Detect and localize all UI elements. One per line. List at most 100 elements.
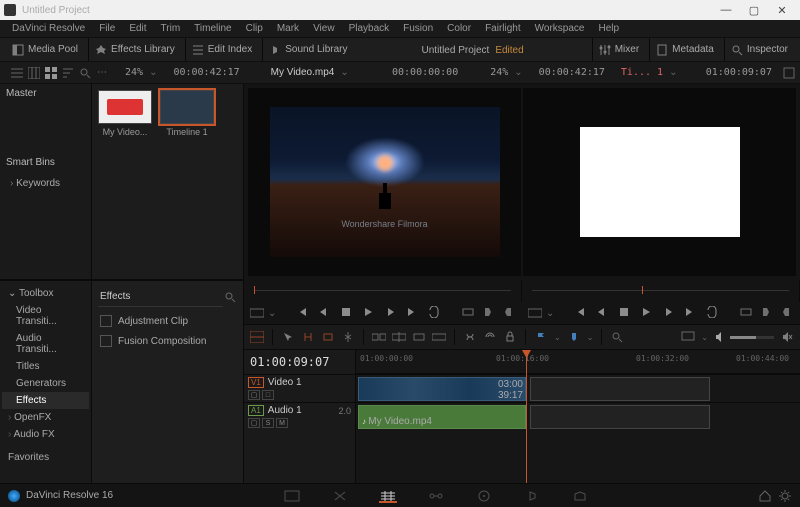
replace-clip-icon[interactable] <box>412 330 426 344</box>
effects-library-toggle[interactable]: Effects Library <box>88 38 181 61</box>
viewer-mode-icon[interactable] <box>250 306 264 320</box>
media-pool-toggle[interactable]: Media Pool <box>6 38 84 61</box>
effect-item[interactable]: Adjustment Clip <box>98 311 237 331</box>
stop-button[interactable] <box>618 306 632 320</box>
monitor-icon[interactable] <box>681 330 695 344</box>
menu-item[interactable]: Trim <box>155 23 187 34</box>
track-solo-button[interactable]: S <box>262 418 274 428</box>
next-frame-button[interactable] <box>662 306 676 320</box>
menu-item[interactable]: DaVinci Resolve <box>6 23 91 34</box>
prev-frame-button[interactable] <box>318 306 332 320</box>
mute-icon[interactable] <box>780 330 794 344</box>
home-button[interactable] <box>758 489 772 503</box>
menu-item[interactable]: Clip <box>240 23 269 34</box>
deliver-page-button[interactable] <box>571 489 589 503</box>
match-frame-button[interactable] <box>462 306 476 320</box>
audio-track-header[interactable]: A1Audio 12.0 ▢SM <box>244 402 355 430</box>
menu-item[interactable]: Edit <box>123 23 152 34</box>
view-filmstrip-icon[interactable] <box>27 66 41 80</box>
menu-item[interactable]: Fairlight <box>479 23 527 34</box>
menu-item[interactable]: Workspace <box>529 23 591 34</box>
view-list-icon[interactable] <box>10 66 24 80</box>
rec-zoom[interactable]: 24% <box>490 67 508 78</box>
video-track-header[interactable]: V1Video 1 ▢□ <box>244 374 355 402</box>
timeline-name[interactable]: Ti... 1 <box>621 67 663 78</box>
menu-item[interactable]: Timeline <box>188 23 237 34</box>
view-grid-icon[interactable] <box>44 66 58 80</box>
menu-item[interactable]: Playback <box>343 23 396 34</box>
record-scrubber[interactable] <box>522 280 800 302</box>
dim-audio[interactable] <box>714 331 774 343</box>
overwrite-clip-icon[interactable] <box>392 330 406 344</box>
source-viewer[interactable]: Wondershare Filmora <box>248 88 521 276</box>
audiofx-category[interactable]: › Audio FX <box>2 426 89 443</box>
insert-clip-icon[interactable] <box>372 330 386 344</box>
category-item[interactable]: Generators <box>2 375 89 392</box>
menu-item[interactable]: Color <box>441 23 477 34</box>
next-frame-button[interactable] <box>384 306 398 320</box>
dynamic-trim-icon[interactable] <box>321 330 335 344</box>
menu-item[interactable]: File <box>93 23 121 34</box>
menu-item[interactable]: View <box>307 23 341 34</box>
src-zoom[interactable]: 24% <box>125 67 143 78</box>
category-item-effects[interactable]: Effects <box>2 392 89 409</box>
project-settings-button[interactable] <box>778 489 792 503</box>
inspector-toggle[interactable]: Inspector <box>724 38 794 61</box>
menu-item[interactable]: Fusion <box>397 23 439 34</box>
video-track[interactable]: 03:0039:17 <box>356 374 800 402</box>
link-icon[interactable] <box>483 330 497 344</box>
selection-tool-icon[interactable] <box>281 330 295 344</box>
maximize-button[interactable]: ▢ <box>740 4 768 17</box>
fit-to-fill-icon[interactable] <box>432 330 446 344</box>
mark-out-button[interactable] <box>502 306 516 320</box>
color-page-button[interactable] <box>475 489 493 503</box>
edit-page-button[interactable] <box>379 489 397 503</box>
media-clip-thumb[interactable]: My Video... <box>98 90 152 137</box>
audio-track[interactable]: ♪ My Video.mp4 <box>356 402 800 430</box>
category-item[interactable]: Video Transiti... <box>2 302 89 330</box>
last-frame-button[interactable] <box>684 306 698 320</box>
fairlight-page-button[interactable] <box>523 489 541 503</box>
last-frame-button[interactable] <box>406 306 420 320</box>
metadata-toggle[interactable]: Metadata <box>649 38 720 61</box>
close-button[interactable]: ✕ <box>768 4 796 17</box>
minimize-button[interactable]: — <box>712 4 740 16</box>
menu-item[interactable]: Mark <box>271 23 305 34</box>
empty-clip[interactable] <box>530 377 710 401</box>
sort-icon[interactable] <box>61 66 75 80</box>
mixer-toggle[interactable]: Mixer <box>592 38 645 61</box>
timeline-ruler[interactable]: 01:00:00:00 01:00:16:00 01:00:32:00 01:0… <box>356 350 800 374</box>
video-clip[interactable]: 03:0039:17 <box>358 377 526 401</box>
options-icon[interactable]: ⋯ <box>95 66 109 80</box>
match-frame-button[interactable] <box>740 306 754 320</box>
media-page-button[interactable] <box>283 489 301 503</box>
source-scrubber[interactable] <box>244 280 522 302</box>
loop-button[interactable] <box>428 306 442 320</box>
first-frame-button[interactable] <box>574 306 588 320</box>
master-bin[interactable]: Master <box>6 88 85 99</box>
prev-frame-button[interactable] <box>596 306 610 320</box>
audio-clip[interactable]: ♪ My Video.mp4 <box>358 405 526 429</box>
stop-button[interactable] <box>340 306 354 320</box>
track-lock-button[interactable]: ▢ <box>248 390 260 400</box>
category-item[interactable]: Audio Transiti... <box>2 330 89 358</box>
search-icon[interactable] <box>78 66 92 80</box>
position-lock-icon[interactable] <box>503 330 517 344</box>
search-icon[interactable] <box>223 290 237 304</box>
timeline-area[interactable]: 01:00:00:00 01:00:16:00 01:00:32:00 01:0… <box>356 350 800 483</box>
track-disable-button[interactable]: □ <box>262 390 274 400</box>
effect-item[interactable]: Fusion Composition <box>98 331 237 351</box>
play-button[interactable] <box>362 306 376 320</box>
track-lock-button[interactable]: ▢ <box>248 418 260 428</box>
cut-page-button[interactable] <box>331 489 349 503</box>
first-frame-button[interactable] <box>296 306 310 320</box>
clip-name[interactable]: My Video.mp4 <box>271 67 335 78</box>
category-item[interactable]: Titles <box>2 358 89 375</box>
playhead[interactable] <box>526 350 527 483</box>
sound-library-toggle[interactable]: Sound Library <box>262 38 353 61</box>
media-pool[interactable]: My Video... Timeline 1 <box>92 84 243 279</box>
keywords-bin[interactable]: › Keywords <box>6 178 85 189</box>
openfx-category[interactable]: › OpenFX <box>2 409 89 426</box>
fusion-page-button[interactable] <box>427 489 445 503</box>
blade-tool-icon[interactable] <box>341 330 355 344</box>
